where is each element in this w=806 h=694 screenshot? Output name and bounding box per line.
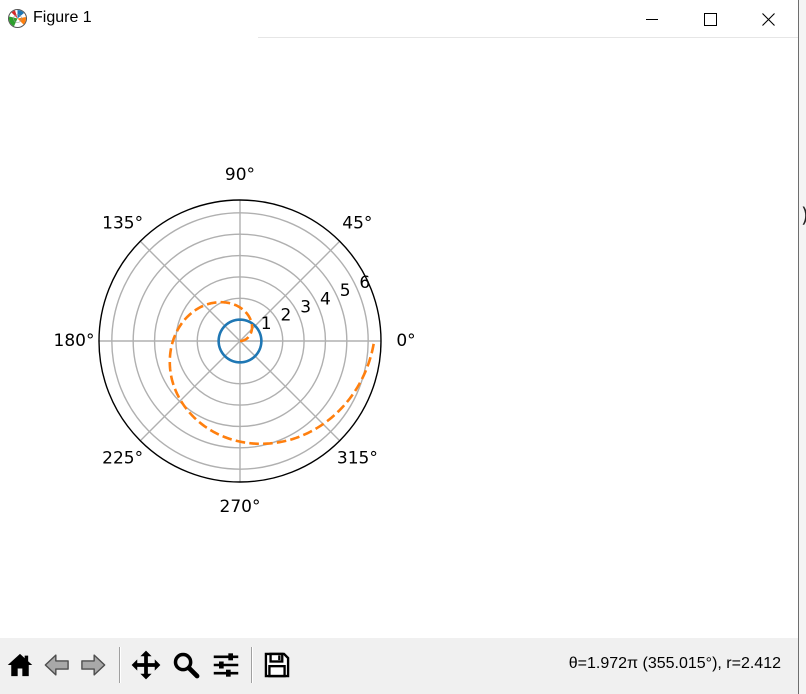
save-button[interactable] <box>261 648 293 682</box>
matplotlib-logo-icon <box>8 9 27 28</box>
theta-tick-label-0: 0° <box>396 331 415 351</box>
home-button[interactable] <box>4 648 36 682</box>
theta-tick-label-90: 90° <box>225 165 255 185</box>
background-window-edge: ) <box>798 0 806 694</box>
close-button[interactable] <box>739 0 797 38</box>
cursor-coordinates-status: θ=1.972π (355.015°), r=2.412 <box>568 655 781 672</box>
toolbar-separator <box>119 647 121 683</box>
r-tick-label-5: 5 <box>340 281 351 301</box>
configure-subplots-button[interactable] <box>210 648 242 682</box>
figure-window: Figure 1 0° 45° 90° 135° 180° 225° 270° 315° 1 2 3… <box>0 0 798 694</box>
theta-tick-label-270: 270° <box>220 497 261 517</box>
r-tick-label-1: 1 <box>261 314 272 334</box>
r-tick-label-3: 3 <box>300 297 311 317</box>
back-arrow-icon <box>44 654 69 676</box>
zoom-icon <box>173 652 200 679</box>
navigation-toolbar: θ=1.972π (355.015°), r=2.412 <box>0 638 798 694</box>
theta-tick-label-180: 180° <box>54 331 95 351</box>
minimize-button[interactable] <box>623 0 681 38</box>
maximize-button[interactable] <box>681 0 739 38</box>
app-icon <box>7 8 28 29</box>
r-tick-label-4: 4 <box>320 289 331 309</box>
polar-plot[interactable]: 0° 45° 90° 135° 180° 225° 270° 315° 1 2 3 4 5 6 <box>0 38 798 638</box>
r-tick-label-6: 6 <box>359 273 370 293</box>
back-button[interactable] <box>41 648 73 682</box>
configure-subplots-icon <box>213 653 239 677</box>
window-title: Figure 1 <box>33 9 92 26</box>
maximize-icon <box>703 12 717 26</box>
theta-tick-label-135: 135° <box>102 214 143 234</box>
forward-button[interactable] <box>77 648 109 682</box>
theta-tick-label-45: 45° <box>342 214 372 234</box>
toolbar-separator <box>251 647 253 683</box>
background-fragment-text: ) <box>801 202 806 228</box>
home-icon <box>7 653 33 677</box>
pan-button[interactable] <box>130 648 162 682</box>
close-icon <box>761 12 775 26</box>
title-bar[interactable]: Figure 1 <box>0 0 798 38</box>
theta-tick-label-315: 315° <box>337 448 378 468</box>
pan-icon <box>131 650 161 680</box>
save-icon <box>264 652 290 678</box>
forward-arrow-icon <box>81 654 106 676</box>
zoom-button[interactable] <box>170 648 202 682</box>
figure-canvas[interactable]: 0° 45° 90° 135° 180° 225° 270° 315° 1 2 3 4 5 6 <box>0 38 798 638</box>
theta-tick-label-225: 225° <box>102 448 143 468</box>
minimize-icon <box>646 19 658 20</box>
r-tick-label-2: 2 <box>280 306 291 326</box>
